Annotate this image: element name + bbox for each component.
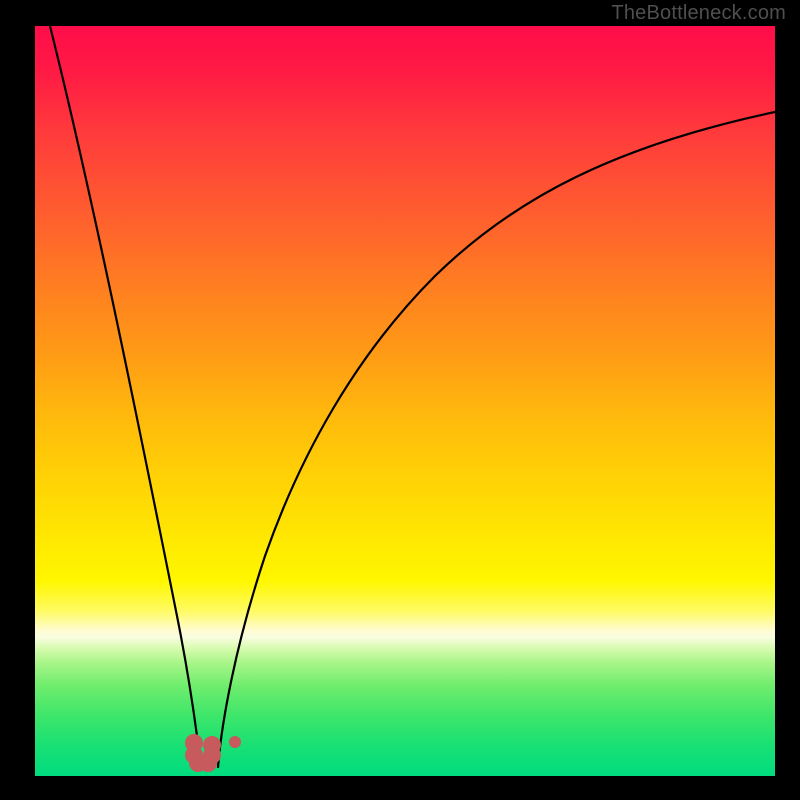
plot-area <box>35 26 775 776</box>
watermark-text: TheBottleneck.com <box>611 2 786 25</box>
curve-left-branch <box>50 26 201 768</box>
curve-layer <box>35 26 775 776</box>
curve-right-branch <box>218 112 775 768</box>
right-marker-dot <box>229 736 241 748</box>
chart-frame: TheBottleneck.com <box>0 0 800 800</box>
vertex-marker-cluster <box>185 732 225 772</box>
marker-dot <box>203 736 221 754</box>
